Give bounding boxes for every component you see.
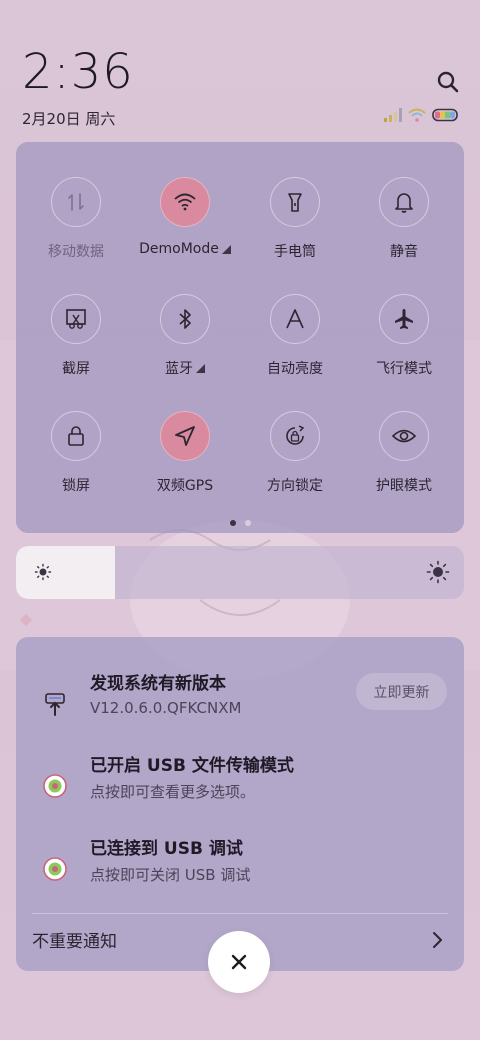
rotation-lock-icon [270, 411, 320, 461]
tile-screenshot[interactable]: 截屏 [21, 294, 131, 394]
clear-all-button[interactable] [208, 931, 270, 993]
chevron-right-icon[interactable] [432, 931, 444, 949]
bell-icon [379, 177, 429, 227]
notification-title: 已连接到 USB 调试 [90, 839, 243, 859]
search-icon[interactable] [432, 66, 464, 98]
tile-bluetooth[interactable]: 蓝牙 [130, 294, 240, 394]
tile-eye-care[interactable]: 护眼模式 [349, 411, 459, 511]
tile-lock-screen[interactable]: 锁屏 [21, 411, 131, 511]
auto-brightness-icon [270, 294, 320, 344]
sun-small-icon [34, 563, 52, 581]
wifi-icon [160, 177, 210, 227]
tile-label: 双频GPS [156, 478, 214, 494]
tile-gps[interactable]: 双频GPS [130, 411, 240, 511]
more-options-indicator [196, 363, 205, 373]
battery-icon [432, 108, 458, 122]
tile-label: 锁屏 [62, 478, 90, 494]
brightness-fill [16, 546, 115, 599]
flashlight-icon [270, 177, 320, 227]
close-icon [231, 954, 247, 970]
date: 2月20日 周六 [22, 110, 116, 128]
system-update-icon [45, 693, 65, 716]
signal-icon [384, 108, 402, 122]
more-options-indicator [221, 244, 231, 254]
page-indicator [16, 520, 464, 526]
tile-label: 护眼模式 [376, 478, 432, 494]
tile-label: 飞行模式 [376, 361, 432, 377]
tile-label: 蓝牙 [165, 361, 193, 377]
notification-subtitle: 点按即可关闭 USB 调试 [90, 866, 251, 884]
tile-flashlight[interactable]: 手电筒 [240, 177, 350, 277]
tile-mobile-data[interactable]: 移动数据 [21, 177, 131, 277]
android-debug-icon [43, 857, 67, 881]
mobile-data-icon [51, 177, 101, 227]
unimportant-notifications-link[interactable]: 不重要通知 [32, 927, 117, 952]
tile-auto-brightness[interactable]: 自动亮度 [240, 294, 350, 394]
notification-subtitle: 点按即可查看更多选项。 [90, 783, 256, 801]
system-status-icons [384, 108, 460, 122]
location-arrow-icon [160, 411, 210, 461]
notification-system-update[interactable]: 发现系统有新版本 V12.0.6.0.QFKCNXM 立即更新 [16, 669, 464, 729]
update-now-button[interactable]: 立即更新 [356, 673, 447, 710]
clock: 2:36 [22, 44, 134, 100]
quick-settings-panel: 移动数据 DemoMode 手电筒 静音 截屏 蓝牙 自动亮度 飞行模式 锁屏 … [16, 142, 464, 533]
notification-subtitle: V12.0.6.0.QFKCNXM [90, 699, 242, 717]
brightness-slider[interactable] [16, 546, 464, 599]
bluetooth-icon [160, 294, 210, 344]
notification-title: 发现系统有新版本 [90, 674, 226, 694]
tile-label: 截屏 [62, 361, 90, 377]
screenshot-icon [51, 294, 101, 344]
notification-title: 已开启 USB 文件传输模式 [90, 756, 294, 776]
sun-large-icon [426, 560, 450, 584]
tile-airplane[interactable]: 飞行模式 [349, 294, 459, 394]
divider [32, 913, 448, 914]
android-debug-icon [43, 774, 67, 798]
wifi-icon [408, 108, 426, 122]
tile-label: DemoMode [139, 241, 219, 257]
tile-wifi[interactable]: DemoMode [130, 177, 240, 277]
notification-usb-debugging[interactable]: 已连接到 USB 调试 点按即可关闭 USB 调试 [16, 834, 464, 894]
page-dot-1[interactable] [229, 520, 236, 526]
tile-label: 手电筒 [274, 244, 316, 260]
lock-icon [51, 411, 101, 461]
eye-icon [379, 411, 429, 461]
tile-label: 方向锁定 [267, 478, 323, 494]
tile-label: 自动亮度 [267, 361, 323, 377]
page-dot-2[interactable] [244, 520, 251, 526]
tile-rotation-lock[interactable]: 方向锁定 [240, 411, 350, 511]
tile-mute[interactable]: 静音 [349, 177, 459, 277]
tile-label: 移动数据 [48, 244, 104, 260]
notification-panel: 发现系统有新版本 V12.0.6.0.QFKCNXM 立即更新 已开启 USB … [16, 637, 464, 971]
notification-usb-transfer[interactable]: 已开启 USB 文件传输模式 点按即可查看更多选项。 [16, 751, 464, 811]
tile-label: 静音 [390, 244, 418, 260]
airplane-icon [379, 294, 429, 344]
